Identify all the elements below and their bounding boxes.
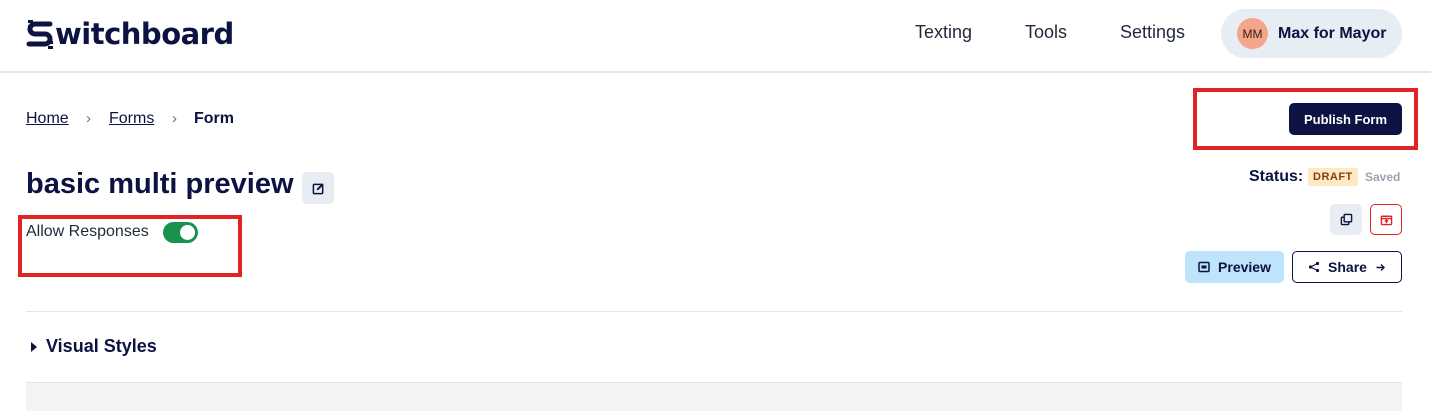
top-header: witchboard Texting Tools Settings MM Max… [0,0,1431,73]
breadcrumb-home[interactable]: Home [26,110,69,128]
duplicate-button[interactable] [1330,204,1362,235]
nav-texting[interactable]: Texting [915,22,972,43]
toggle-knob [180,225,195,240]
form-content-panel [26,382,1402,411]
nav-tools[interactable]: Tools [1025,22,1067,43]
status-badge: DRAFT [1308,168,1358,186]
share-icon [1308,261,1320,273]
breadcrumb-separator: › [172,110,177,127]
publish-form-button[interactable]: Publish Form [1289,103,1402,135]
share-label: Share [1328,259,1367,275]
duplicate-icon [1340,213,1352,226]
allow-responses-label: Allow Responses [26,223,149,240]
account-name: Max for Mayor [1278,24,1387,42]
logo-text: witchboard [55,17,234,51]
arrow-right-icon [1376,263,1385,271]
breadcrumb-current: Form [194,110,234,127]
visual-styles-toggle[interactable]: Visual Styles [30,336,157,357]
breadcrumb-forms[interactable]: Forms [109,110,154,128]
visual-styles-label: Visual Styles [46,336,157,356]
section-divider [26,311,1402,312]
preview-button[interactable]: Preview [1185,251,1284,283]
switchboard-logo[interactable]: witchboard [26,14,234,54]
allow-responses-toggle[interactable] [163,222,198,243]
logo-s-cable-icon [26,20,53,49]
avatar: MM [1237,18,1268,49]
archive-button[interactable] [1370,204,1402,235]
caret-right-icon [31,341,37,352]
status-label: Status: [1249,168,1304,185]
share-button[interactable]: Share [1292,251,1402,283]
archive-icon [1380,215,1392,226]
breadcrumb-separator: › [86,110,91,127]
account-menu[interactable]: MM Max for Mayor [1221,9,1402,58]
saved-indicator: Saved [1365,170,1401,184]
preview-label: Preview [1218,259,1271,275]
page-title: basic multi preview [26,168,294,200]
nav-settings[interactable]: Settings [1120,22,1185,43]
edit-title-button[interactable] [302,172,334,204]
preview-icon [1198,261,1210,273]
edit-icon [312,182,324,194]
